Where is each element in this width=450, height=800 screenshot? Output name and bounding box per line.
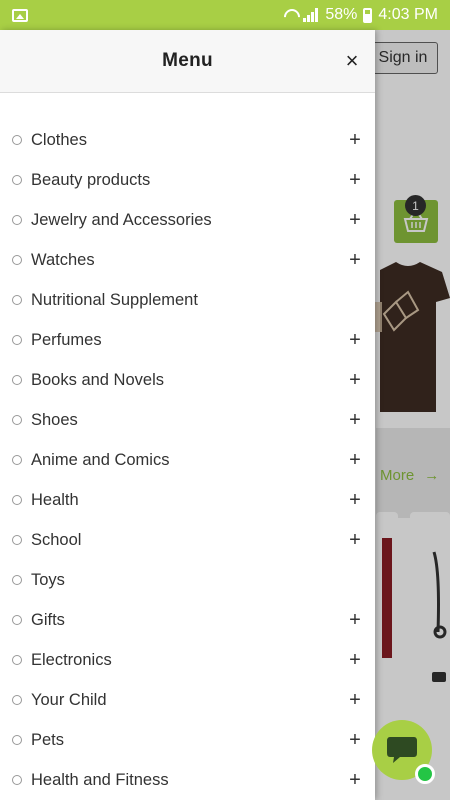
- drawer-title: Menu: [162, 50, 213, 71]
- menu-item-label: Toys: [31, 570, 65, 589]
- menu-item[interactable]: Watches +: [0, 240, 375, 280]
- status-bar: 58% 4:03 PM: [0, 0, 450, 30]
- circle-bullet-icon: [12, 655, 22, 665]
- circle-bullet-icon: [12, 495, 22, 505]
- menu-item[interactable]: Shoes +: [0, 400, 375, 440]
- chat-bubble-icon: [387, 737, 417, 763]
- plus-icon[interactable]: +: [347, 170, 363, 190]
- circle-bullet-icon: [12, 255, 22, 265]
- menu-item-label: Books and Novels: [31, 370, 164, 389]
- menu-item-label: Clothes: [31, 130, 87, 149]
- menu-item-label: Nutritional Supplement: [31, 290, 198, 309]
- menu-item[interactable]: Health and Fitness +: [0, 760, 375, 800]
- circle-bullet-icon: [12, 535, 22, 545]
- online-status-dot: [415, 764, 435, 784]
- plus-icon[interactable]: +: [347, 410, 363, 430]
- menu-item[interactable]: Toys: [0, 560, 375, 600]
- signal-icon: [303, 8, 319, 22]
- menu-item[interactable]: Pets +: [0, 720, 375, 760]
- circle-bullet-icon: [12, 215, 22, 225]
- menu-item[interactable]: Clothes +: [0, 120, 375, 160]
- menu-item[interactable]: School +: [0, 520, 375, 560]
- plus-icon[interactable]: +: [347, 690, 363, 710]
- image-notification-icon: [12, 8, 28, 22]
- circle-bullet-icon: [12, 775, 22, 785]
- menu-item[interactable]: Anime and Comics +: [0, 440, 375, 480]
- circle-bullet-icon: [12, 735, 22, 745]
- plus-icon[interactable]: +: [347, 490, 363, 510]
- plus-icon[interactable]: +: [347, 770, 363, 790]
- battery-icon: [363, 7, 373, 23]
- menu-item-label: Gifts: [31, 610, 65, 629]
- plus-icon[interactable]: +: [347, 450, 363, 470]
- circle-bullet-icon: [12, 455, 22, 465]
- plus-icon[interactable]: +: [347, 730, 363, 750]
- circle-bullet-icon: [12, 295, 22, 305]
- battery-percent: 58%: [325, 6, 358, 23]
- menu-item[interactable]: Nutritional Supplement: [0, 280, 375, 320]
- circle-bullet-icon: [12, 175, 22, 185]
- menu-item[interactable]: Electronics +: [0, 640, 375, 680]
- circle-bullet-icon: [12, 375, 22, 385]
- circle-bullet-icon: [12, 575, 22, 585]
- circle-bullet-icon: [12, 135, 22, 145]
- circle-bullet-icon: [12, 335, 22, 345]
- close-button[interactable]: ×: [339, 48, 365, 74]
- circle-bullet-icon: [12, 615, 22, 625]
- menu-item-label: Health: [31, 490, 79, 509]
- plus-icon[interactable]: +: [347, 610, 363, 630]
- circle-bullet-icon: [12, 695, 22, 705]
- status-time: 4:03 PM: [378, 6, 438, 23]
- plus-icon[interactable]: +: [347, 210, 363, 230]
- status-left: [12, 8, 28, 22]
- menu-item[interactable]: Beauty products +: [0, 160, 375, 200]
- menu-item-label: Anime and Comics: [31, 450, 170, 469]
- menu-item[interactable]: Your Child +: [0, 680, 375, 720]
- menu-item-label: Health and Fitness: [31, 770, 169, 789]
- navigation-drawer: Menu × Clothes + Beauty products + Jewelry a…: [0, 30, 375, 800]
- menu-item-label: Perfumes: [31, 330, 102, 349]
- menu-item[interactable]: Health +: [0, 480, 375, 520]
- drawer-header: Menu ×: [0, 30, 375, 93]
- menu-item[interactable]: Gifts +: [0, 600, 375, 640]
- plus-icon[interactable]: +: [347, 370, 363, 390]
- menu-item[interactable]: Jewelry and Accessories +: [0, 200, 375, 240]
- menu-item[interactable]: Books and Novels +: [0, 360, 375, 400]
- category-menu: Clothes + Beauty products + Jewelry and Acce…: [0, 93, 375, 800]
- wifi-icon: [283, 8, 297, 22]
- menu-item-label: School: [31, 530, 82, 549]
- status-right: 58% 4:03 PM: [283, 6, 438, 24]
- plus-icon[interactable]: +: [347, 330, 363, 350]
- menu-item-label: Electronics: [31, 650, 112, 669]
- plus-icon[interactable]: +: [347, 530, 363, 550]
- plus-icon[interactable]: +: [347, 130, 363, 150]
- menu-item-label: Pets: [31, 730, 65, 749]
- menu-item-label: Shoes: [31, 410, 78, 429]
- plus-icon[interactable]: +: [347, 250, 363, 270]
- menu-item-label: Beauty products: [31, 170, 151, 189]
- menu-item-label: Watches: [31, 250, 95, 269]
- menu-item[interactable]: Perfumes +: [0, 320, 375, 360]
- menu-item-label: Jewelry and Accessories: [31, 210, 212, 229]
- menu-item-label: Your Child: [31, 690, 107, 709]
- plus-icon[interactable]: +: [347, 650, 363, 670]
- circle-bullet-icon: [12, 415, 22, 425]
